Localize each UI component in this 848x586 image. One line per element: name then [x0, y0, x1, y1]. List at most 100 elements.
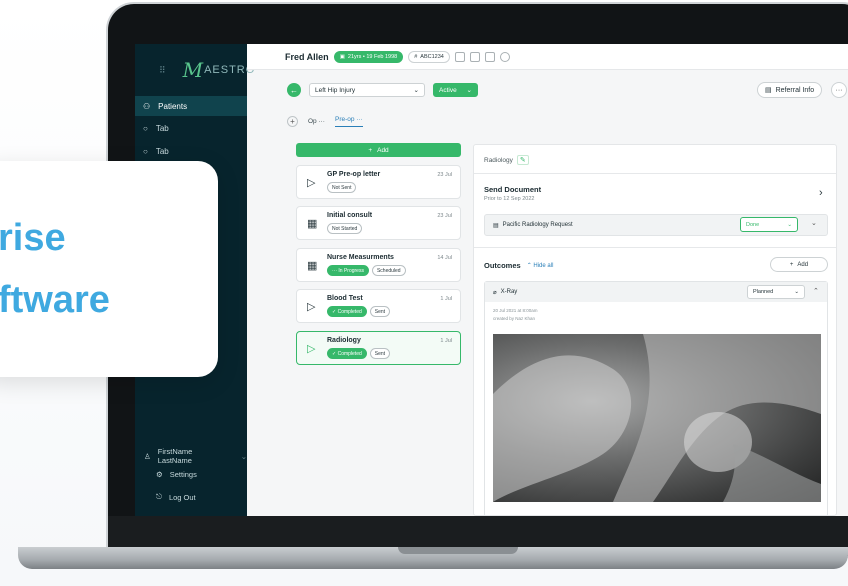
referral-info-label: Referral Info	[775, 86, 815, 94]
add-outcome-button[interactable]: + Add	[770, 257, 828, 272]
patient-id-badge: # ABC1234	[408, 50, 450, 63]
task-nurse-measurements[interactable]: ▦ Nurse Measurments 14 Jul ··· In Progre…	[296, 248, 461, 282]
chevron-down-icon[interactable]: ⌄	[811, 219, 817, 227]
task-title: Blood Test	[327, 295, 363, 302]
add-tab-button[interactable]: +	[287, 116, 298, 127]
circle-icon: ○	[143, 146, 148, 156]
send-document-title[interactable]: Send Document	[484, 185, 541, 194]
send-document-due: Prior to 12 Sep 2022	[484, 196, 535, 202]
more-label: ···	[835, 86, 843, 94]
card-icon[interactable]	[469, 51, 480, 62]
task-gp-preop-letter[interactable]: ▷ GP Pre-op letter 23 Jul Not Sent	[296, 165, 461, 199]
task-title: GP Pre-op letter	[327, 171, 381, 178]
task-initial-consult[interactable]: ▦ Initial consult 23 Jul Not Started	[296, 206, 461, 240]
request-status-value: Done	[746, 221, 760, 228]
age-dob-badge: ▣ 21yrs • 19 Feb 1998	[333, 50, 404, 63]
hide-all-link[interactable]: ⌃ Hide all	[527, 262, 554, 269]
xray-date: 20 Jul 2021 at 8:00am	[493, 308, 538, 313]
chevron-down-icon: ⌄	[240, 451, 247, 461]
back-button[interactable]: ←	[287, 83, 301, 97]
user-menu[interactable]: ♙ FirstName LastName ⌄	[135, 447, 247, 465]
document-icon: ▤	[493, 222, 499, 229]
plus-icon: +	[368, 146, 373, 154]
send-icon: ▷	[307, 343, 316, 355]
status-badge: ✓ Completed	[327, 348, 367, 359]
chevron-down-icon: ⌄	[787, 221, 792, 228]
patient-name: Fred Allen	[285, 51, 329, 62]
task-badges: ··· In Progress Scheduled	[327, 265, 406, 276]
settings-label: Settings	[169, 470, 197, 479]
calendar-icon: ▦	[307, 218, 318, 230]
tab-op[interactable]: Op ···	[308, 118, 325, 125]
outcomes-header: Outcomes ⌃ Hide all	[484, 261, 553, 270]
status-select-value: Active	[439, 86, 457, 94]
plus-icon: +	[789, 261, 794, 268]
sidebar-item-tab-1[interactable]: ○ Tab	[135, 118, 247, 138]
task-title: Initial consult	[327, 212, 373, 219]
grid-icon[interactable]: ⠿	[159, 65, 167, 76]
calendar-icon: ▦	[307, 260, 318, 272]
logo-letter: M	[182, 58, 205, 82]
add-task-button[interactable]: + Add	[296, 143, 461, 157]
app-logo: ⠿ M AESTRO	[159, 58, 255, 82]
chevron-down-icon: ⌄	[466, 87, 472, 94]
promo-card: rise ftware	[0, 161, 218, 377]
request-status-select[interactable]: Done ⌄	[740, 217, 798, 232]
add-task-label: Add	[377, 146, 389, 154]
logout-link[interactable]: ⎋ Log Out	[135, 492, 247, 502]
status-badge: ✓ Completed	[327, 306, 367, 317]
xray-status-value: Planned	[753, 289, 774, 295]
laptop-base	[18, 547, 848, 569]
info-icon[interactable]	[499, 51, 510, 62]
marketing-stage: ⠿ M AESTRO ⚇ Patients ○ Tab ○ Tab ♙ First…	[0, 0, 848, 586]
sidebar-item-tab-2[interactable]: ○ Tab	[135, 141, 247, 161]
laptop-bezel	[108, 516, 848, 547]
task-title: Radiology	[327, 337, 361, 344]
chevrons-up-icon: ⌃	[526, 263, 532, 269]
task-radiology[interactable]: ▷ Radiology 1 Jul ✓ Completed Sent	[296, 331, 461, 365]
calendar-icon[interactable]	[484, 51, 495, 62]
case-select-value: Left Hip Injury	[315, 86, 356, 94]
xray-status-select[interactable]: Planned ⌄	[747, 285, 805, 299]
task-badges: Not Sent	[327, 182, 357, 193]
chevron-right-icon[interactable]: ›	[819, 187, 823, 199]
send-icon: ▷	[307, 301, 316, 313]
promo-line-1: rise	[0, 217, 66, 259]
task-badges: ✓ Completed Sent	[327, 348, 391, 359]
gear-icon: ⚙	[156, 470, 163, 479]
promo-line-2: ftware	[0, 279, 110, 321]
edit-icon[interactable]: ✎	[516, 155, 529, 165]
panel-title: Radiology	[484, 156, 513, 164]
task-date: 1 Jul	[440, 296, 452, 302]
scheduled-badge: Scheduled	[371, 265, 406, 276]
tab-pre-op[interactable]: Pre-op ···	[334, 116, 363, 127]
xray-image[interactable]	[493, 334, 821, 502]
sidebar-item-label: Patients	[158, 101, 188, 111]
chevron-up-icon[interactable]: ⌃	[813, 287, 819, 295]
settings-link[interactable]: ⚙ Settings	[135, 470, 247, 479]
mail-icon[interactable]	[454, 51, 465, 62]
logout-icon: ⎋	[156, 492, 162, 501]
task-badges: ✓ Completed Sent	[327, 306, 391, 317]
status-badge: Not Started	[327, 223, 363, 234]
outcomes-label: Outcomes	[484, 261, 521, 270]
patient-id-text: ABC1234	[420, 53, 444, 60]
sidebar-item-label: Tab	[155, 123, 169, 133]
sidebar-item-patients[interactable]: ⚇ Patients	[135, 96, 247, 116]
document-icon: ▤	[765, 87, 772, 94]
status-select[interactable]: Active ⌄	[433, 83, 478, 97]
user-name: FirstName LastName	[157, 447, 193, 465]
hash-icon: #	[414, 53, 418, 60]
logout-label: Log Out	[168, 492, 196, 502]
laptop-notch	[398, 547, 518, 554]
patients-icon: ⚇	[143, 101, 151, 111]
chevron-down-icon: ⌄	[413, 87, 419, 94]
app-screen: ⠿ M AESTRO ⚇ Patients ○ Tab ○ Tab ♙ First…	[135, 44, 848, 516]
task-blood-test[interactable]: ▷ Blood Test 1 Jul ✓ Completed Sent	[296, 289, 461, 323]
referral-info-button[interactable]: ▤ Referral Info	[757, 82, 823, 98]
patient-header: Fred Allen ▣ 21yrs • 19 Feb 1998 # ABC1234	[247, 44, 848, 70]
sidebar-item-label: Tab	[155, 146, 169, 156]
more-button[interactable]: ···	[831, 82, 847, 98]
case-select[interactable]: Left Hip Injury ⌄	[309, 83, 425, 97]
radiology-panel: Radiology ✎ Send Document Prior to 12 Se…	[473, 144, 837, 516]
